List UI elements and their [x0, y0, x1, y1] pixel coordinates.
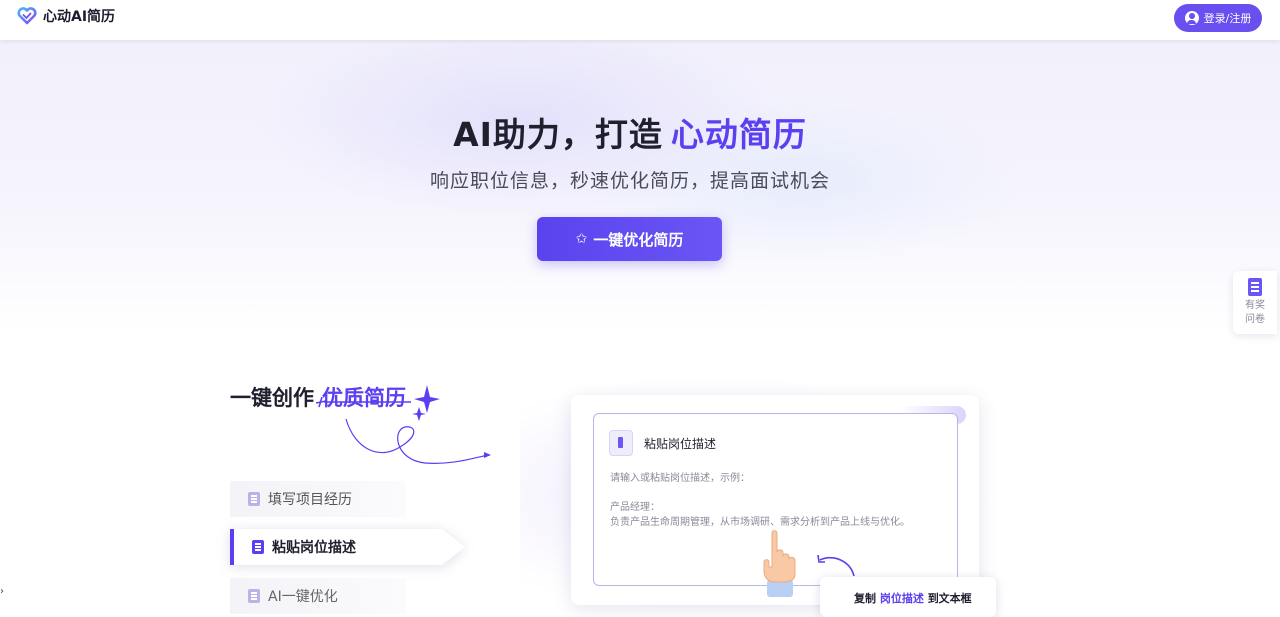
survey-document-icon	[1248, 278, 1262, 296]
login-register-button[interactable]: 登录/注册	[1174, 4, 1262, 32]
user-icon	[1184, 11, 1199, 25]
step-fill-project[interactable]: 填写项目经历	[230, 481, 406, 517]
step-ai-optimize[interactable]: AI一键优化	[230, 578, 406, 614]
survey-label: 有奖问卷	[1245, 300, 1265, 325]
logo[interactable]: 心动AI简历	[17, 6, 115, 26]
login-register-label: 登录/注册	[1203, 12, 1252, 25]
sparkle-icon: ✩	[575, 231, 588, 247]
survey-floating-tab[interactable]: 有奖问卷	[1233, 271, 1277, 334]
hero-title: AI助力，打造 心动简历	[0, 108, 1260, 156]
pointing-hand-icon	[763, 530, 796, 597]
step-paste-job[interactable]: 粘贴岗位描述	[230, 529, 465, 565]
curved-arrow-icon	[817, 554, 855, 577]
clipboard-icon	[609, 430, 633, 456]
chevron-right-icon[interactable]: ›	[0, 586, 4, 597]
hero-subtitle: 响应职位信息，秒速优化简历，提高面试机会	[429, 170, 830, 192]
optimize-resume-button[interactable]: ✩ 一键优化简历	[537, 217, 722, 261]
ai-icon	[248, 589, 260, 603]
step-label: 填写项目经历	[268, 492, 352, 508]
paste-icon	[252, 540, 264, 554]
textbox-placeholder: 请输入或粘贴岗位描述，示例：	[610, 473, 750, 484]
step-label: 粘贴岗位描述	[272, 540, 356, 556]
example-role: 产品经理：	[610, 502, 660, 513]
swirl-arrow-decoration	[315, 385, 491, 464]
step-label: AI一键优化	[268, 589, 338, 605]
hero-title-highlight: 心动简历	[670, 115, 807, 154]
copy-tooltip: 复制 岗位描述 到文本框	[820, 577, 996, 617]
example-description: 负责产品生命周期管理，从市场调研、需求分析到产品上线与优化。	[610, 517, 910, 528]
tooltip-suffix: 到文本框	[927, 592, 972, 605]
top-nav-bar: 心动AI简历 登录/注册	[0, 0, 1280, 40]
optimize-resume-label: 一键优化简历	[593, 230, 684, 249]
document-icon	[248, 492, 260, 506]
logo-text: 心动AI简历	[43, 9, 116, 25]
tooltip-highlight: 岗位描述	[879, 592, 924, 605]
step-paste-job-wrapper: 粘贴岗位描述	[230, 529, 465, 565]
textbox-title: 粘贴岗位描述	[644, 436, 717, 451]
textbox-header: 粘贴岗位描述	[609, 430, 716, 456]
tooltip-prefix: 复制	[854, 592, 876, 605]
hero-title-main: AI助力，打造	[453, 115, 663, 154]
heart-logo-icon	[17, 7, 37, 25]
